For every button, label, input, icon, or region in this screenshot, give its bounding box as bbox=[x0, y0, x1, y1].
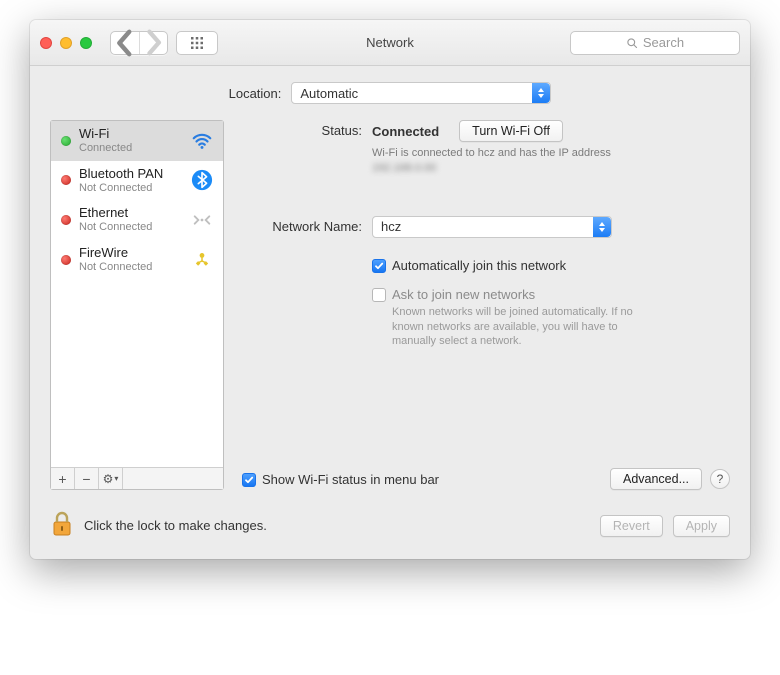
service-sidebar: Wi-Fi Connected Bluetooth PAN Not Connec… bbox=[50, 120, 224, 490]
sidebar-item-bluetooth[interactable]: Bluetooth PAN Not Connected bbox=[51, 161, 223, 201]
network-name-row: Network Name: hcz bbox=[242, 216, 730, 238]
menu-bar-row: Show Wi-Fi status in menu bar Advanced..… bbox=[242, 468, 730, 490]
remove-service-button[interactable]: − bbox=[75, 468, 99, 489]
close-button[interactable] bbox=[40, 37, 52, 49]
back-button[interactable] bbox=[111, 32, 139, 54]
service-actions-button[interactable]: ⚙︎ ▾ bbox=[99, 468, 123, 489]
status-dot-icon bbox=[61, 175, 71, 185]
status-description: Wi-Fi is connected to hcz and has the IP… bbox=[372, 146, 632, 176]
service-name: Wi-Fi bbox=[79, 127, 181, 142]
location-value: Automatic bbox=[300, 86, 358, 101]
search-field[interactable]: Search bbox=[570, 31, 740, 55]
status-row: Status: Connected Turn Wi-Fi Off Wi-Fi i… bbox=[242, 120, 730, 176]
service-list: Wi-Fi Connected Bluetooth PAN Not Connec… bbox=[51, 121, 223, 467]
show-menubar-checkbox[interactable]: Show Wi-Fi status in menu bar bbox=[242, 472, 439, 487]
forward-button[interactable] bbox=[139, 32, 167, 54]
minimize-button[interactable] bbox=[60, 37, 72, 49]
bluetooth-icon bbox=[189, 169, 215, 191]
content-area: Location: Automatic Wi-Fi Connected bbox=[30, 66, 750, 559]
sidebar-item-wifi[interactable]: Wi-Fi Connected bbox=[51, 121, 223, 161]
help-button[interactable]: ? bbox=[710, 469, 730, 489]
advanced-button[interactable]: Advanced... bbox=[610, 468, 702, 490]
titlebar: Network Search bbox=[30, 20, 750, 66]
search-placeholder: Search bbox=[643, 35, 684, 50]
lock-footer: Click the lock to make changes. Revert A… bbox=[50, 510, 730, 541]
sidebar-item-ethernet[interactable]: Ethernet Not Connected bbox=[51, 200, 223, 240]
auto-join-label: Automatically join this network bbox=[392, 258, 566, 273]
service-status: Connected bbox=[79, 142, 181, 155]
status-label: Status: bbox=[242, 120, 372, 138]
search-icon bbox=[626, 37, 638, 49]
show-all-button[interactable] bbox=[176, 31, 218, 55]
ethernet-icon bbox=[189, 209, 215, 231]
window-controls bbox=[40, 37, 92, 49]
select-arrows-icon bbox=[532, 83, 550, 103]
lock-icon[interactable] bbox=[50, 510, 74, 541]
detail-pane: Status: Connected Turn Wi-Fi Off Wi-Fi i… bbox=[242, 120, 730, 490]
ask-join-checkbox[interactable]: Ask to join new networks bbox=[372, 287, 730, 302]
status-dot-icon bbox=[61, 136, 71, 146]
turn-wifi-off-button[interactable]: Turn Wi-Fi Off bbox=[459, 120, 563, 142]
nav-back-forward bbox=[110, 31, 168, 55]
ask-join-hint: Known networks will be joined automatica… bbox=[392, 305, 652, 350]
service-name: FireWire bbox=[79, 246, 181, 261]
network-name-label: Network Name: bbox=[242, 216, 372, 234]
revert-button[interactable]: Revert bbox=[600, 515, 663, 537]
service-name: Bluetooth PAN bbox=[79, 167, 181, 182]
service-status: Not Connected bbox=[79, 261, 181, 274]
ip-address-redacted: 192.168.0.00 bbox=[372, 161, 436, 176]
service-status: Not Connected bbox=[79, 182, 181, 195]
sidebar-footer: + − ⚙︎ ▾ bbox=[51, 467, 223, 489]
network-name-value: hcz bbox=[381, 219, 401, 234]
firewire-icon bbox=[189, 249, 215, 271]
zoom-button[interactable] bbox=[80, 37, 92, 49]
network-name-select[interactable]: hcz bbox=[372, 216, 612, 238]
network-preferences-window: Network Search Location: Automatic Wi bbox=[30, 20, 750, 559]
checkbox-unchecked-icon bbox=[372, 288, 386, 302]
chevron-down-icon: ▾ bbox=[114, 474, 118, 483]
location-label: Location: bbox=[229, 86, 282, 101]
auto-join-checkbox[interactable]: Automatically join this network bbox=[372, 258, 730, 273]
wifi-icon bbox=[189, 130, 215, 152]
show-menubar-label: Show Wi-Fi status in menu bar bbox=[262, 472, 439, 487]
status-value: Connected bbox=[372, 124, 439, 139]
select-arrows-icon bbox=[593, 217, 611, 237]
add-service-button[interactable]: + bbox=[51, 468, 75, 489]
location-row: Location: Automatic bbox=[50, 82, 730, 104]
ask-join-label: Ask to join new networks bbox=[392, 287, 535, 302]
lock-text: Click the lock to make changes. bbox=[84, 518, 267, 533]
sidebar-item-firewire[interactable]: FireWire Not Connected bbox=[51, 240, 223, 280]
checkbox-checked-icon bbox=[372, 259, 386, 273]
location-select[interactable]: Automatic bbox=[291, 82, 551, 104]
status-dot-icon bbox=[61, 255, 71, 265]
service-status: Not Connected bbox=[79, 221, 181, 234]
checkbox-checked-icon bbox=[242, 473, 256, 487]
status-dot-icon bbox=[61, 215, 71, 225]
service-name: Ethernet bbox=[79, 206, 181, 221]
apply-button[interactable]: Apply bbox=[673, 515, 730, 537]
gear-icon: ⚙︎ bbox=[103, 472, 114, 486]
